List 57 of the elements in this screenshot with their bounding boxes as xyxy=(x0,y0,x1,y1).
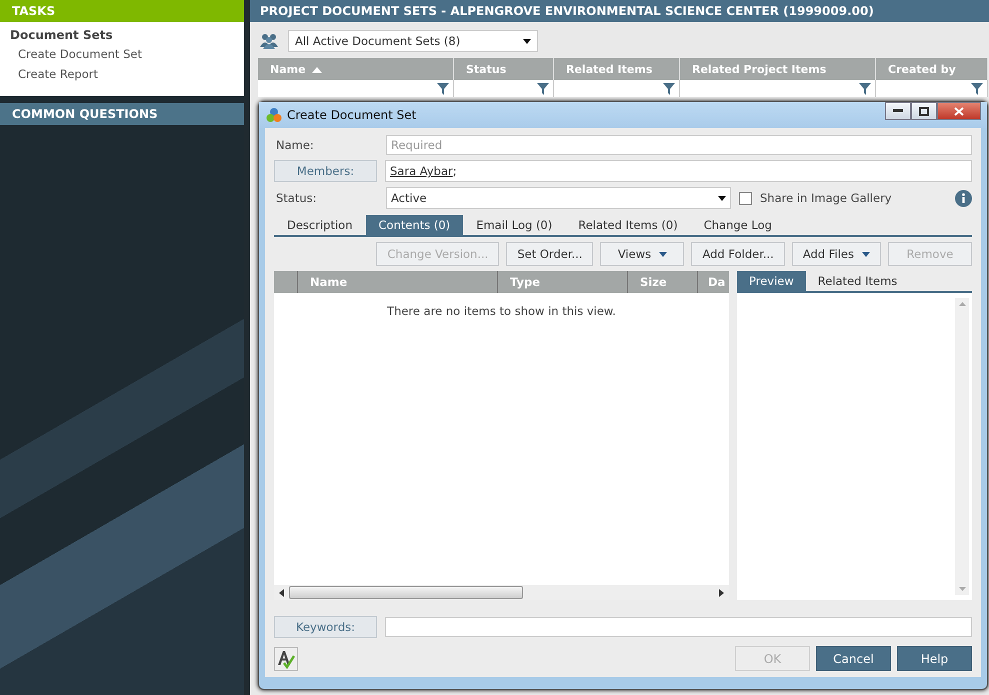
name-field[interactable]: Required xyxy=(386,134,972,155)
filter-icon[interactable] xyxy=(537,82,549,94)
tab[interactable]: Preview xyxy=(737,271,806,292)
page-title-bar: PROJECT DOCUMENT SETS - ALPENGROVE ENVIRONMENTAL SCIENCE CENTER (1999009.00) xyxy=(250,0,989,22)
toolbar-button[interactable]: Views xyxy=(600,242,684,266)
view-dropdown[interactable]: All Active Document Sets (8) xyxy=(288,30,538,52)
app-logo-icon xyxy=(266,107,282,123)
checkbox-label: Share in Image Gallery xyxy=(760,191,892,206)
toolbar-button[interactable]: Add Files xyxy=(792,242,881,266)
toolbar-button[interactable]: Set Order... xyxy=(506,242,594,266)
members-button[interactable]: Members: xyxy=(274,160,377,182)
checkbox[interactable] xyxy=(739,192,752,205)
toolbar-button[interactable]: Add Folder... xyxy=(691,242,785,266)
field-label: Name: xyxy=(275,138,315,152)
members-field[interactable]: Sara Aybar; xyxy=(385,160,972,182)
dialog-button[interactable]: Help xyxy=(897,646,972,671)
spellcheck-button[interactable] xyxy=(274,646,298,670)
keywords-button[interactable]: Keywords: xyxy=(274,616,377,638)
sort-ascending-icon xyxy=(312,66,322,72)
caret-icon xyxy=(659,252,668,257)
maximize-icon xyxy=(919,106,929,116)
caret-icon xyxy=(862,252,870,257)
empty-message: There are no items to show in this view. xyxy=(387,304,616,318)
tab[interactable]: Description xyxy=(274,215,366,236)
close-icon xyxy=(954,106,964,116)
minimize-button[interactable] xyxy=(885,102,911,120)
dialog-button[interactable]: Cancel xyxy=(816,646,891,671)
spellcheck-icon xyxy=(276,648,296,668)
caret-icon xyxy=(718,196,726,201)
tab[interactable]: Change Log xyxy=(690,215,785,236)
filter-icon[interactable] xyxy=(437,82,449,94)
task-link[interactable]: Create Report xyxy=(0,64,244,84)
people-icon xyxy=(260,33,278,49)
caret-icon xyxy=(523,38,531,44)
scroll-right-icon[interactable] xyxy=(719,588,724,596)
tab[interactable]: Related Items xyxy=(806,271,910,292)
separator-text: ; xyxy=(452,164,457,178)
keywords-field[interactable] xyxy=(385,617,972,637)
minimize-icon xyxy=(893,109,903,113)
maximize-button[interactable] xyxy=(911,102,937,120)
field-label: Status: xyxy=(275,191,318,206)
tab[interactable]: Related Items (0) xyxy=(565,215,691,236)
member-link[interactable]: Sara Aybar xyxy=(390,164,453,178)
scroll-left-icon[interactable] xyxy=(279,588,284,596)
status-dropdown[interactable]: Active xyxy=(386,187,731,210)
task-link[interactable]: Create Document Set xyxy=(0,44,244,64)
filter-icon[interactable] xyxy=(971,82,983,94)
tab[interactable]: Email Log (0) xyxy=(463,215,566,236)
tab[interactable]: Contents (0) xyxy=(366,215,464,236)
dialog-title: Create Document Set xyxy=(287,108,416,122)
tasks-header: TASKS xyxy=(0,0,244,22)
filter-icon[interactable] xyxy=(859,82,871,94)
info-icon[interactable] xyxy=(955,190,972,207)
section-title: Document Sets xyxy=(9,27,114,44)
close-button[interactable] xyxy=(937,102,981,120)
common-questions-header[interactable]: COMMON QUESTIONS xyxy=(0,103,244,125)
filter-icon[interactable] xyxy=(663,82,675,94)
